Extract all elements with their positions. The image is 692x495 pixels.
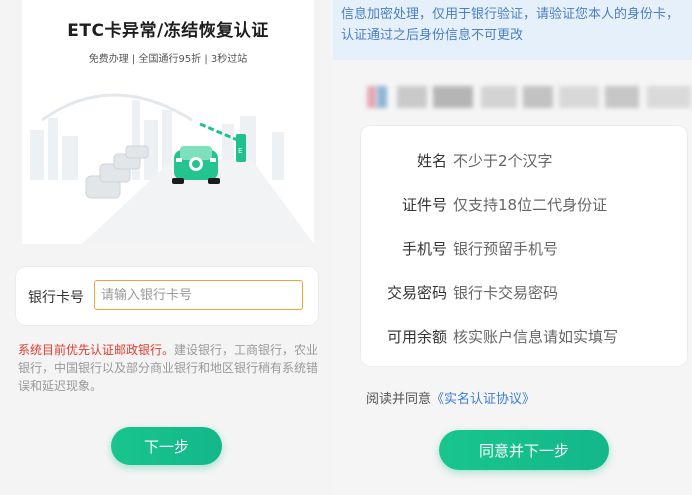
- bank-card-card: 银行卡号: [16, 267, 318, 325]
- hero-title: ETC卡异常/冻结恢复认证: [67, 21, 269, 41]
- balance-input[interactable]: 核实账户信息请如实填写: [453, 326, 618, 347]
- form-row-password[interactable]: 交易密码 银行卡交易密码: [361, 270, 687, 314]
- phone-label: 手机号: [401, 240, 447, 258]
- agreement-link[interactable]: 《实名认证协议》: [431, 392, 535, 407]
- form-row-id[interactable]: 证件号 仅支持18位二代身份证: [361, 182, 687, 226]
- right-panel: 信息加密处理，仅用于银行验证，请验证您本人的身份卡，认证通过之后身份信息不可更改…: [333, 0, 692, 495]
- bank-notice: 系统目前优先认证邮政银行。建设银行，工商银行，农业银行，中国银行以及部分商业银行…: [18, 341, 322, 395]
- svg-text:E: E: [238, 147, 242, 155]
- agreement-prefix: 阅读并同意: [366, 392, 432, 407]
- encryption-notice-banner: 信息加密处理，仅用于银行验证，请验证您本人的身份卡，认证通过之后身份信息不可更改: [333, 0, 692, 60]
- identity-form: 姓名 不少于2个汉字 证件号 仅支持18位二代身份证 手机号 银行预留手机号 交…: [361, 126, 687, 366]
- bank-card-label: 银行卡号: [28, 290, 84, 306]
- bank-card-input[interactable]: [94, 280, 303, 310]
- balance-label: 可用余额: [386, 328, 447, 346]
- toll-gate-illustration: E: [30, 93, 314, 244]
- name-label: 姓名: [416, 152, 447, 170]
- id-number-input[interactable]: 仅支持18位二代身份证: [453, 194, 607, 215]
- hero-subtitle: 免费办理 | 全国通行95折 | 3秒过站: [88, 54, 248, 65]
- password-input[interactable]: 银行卡交易密码: [453, 282, 558, 303]
- name-input[interactable]: 不少于2个汉字: [453, 150, 553, 171]
- agreement-text: 阅读并同意《实名认证协议》: [366, 388, 535, 407]
- form-row-name[interactable]: 姓名 不少于2个汉字: [361, 138, 687, 182]
- next-button[interactable]: 下一步: [111, 427, 222, 465]
- agree-next-button[interactable]: 同意并下一步: [439, 430, 609, 470]
- notice-highlight: 系统目前优先认证邮政银行。: [18, 343, 175, 357]
- password-label: 交易密码: [386, 284, 447, 302]
- phone-input[interactable]: 银行预留手机号: [453, 238, 558, 259]
- id-number-label: 证件号: [401, 196, 447, 214]
- form-row-balance[interactable]: 可用余额 核实账户信息请如实填写: [361, 314, 687, 358]
- left-panel: ETC卡异常/冻结恢复认证 免费办理 | 全国通行95折 | 3秒过站 E 银行…: [0, 0, 333, 495]
- form-row-phone[interactable]: 手机号 银行预留手机号: [361, 226, 687, 270]
- etc-hero-banner: ETC卡异常/冻结恢复认证 免费办理 | 全国通行95折 | 3秒过站 E: [22, 0, 314, 244]
- masked-card-info: [363, 86, 692, 108]
